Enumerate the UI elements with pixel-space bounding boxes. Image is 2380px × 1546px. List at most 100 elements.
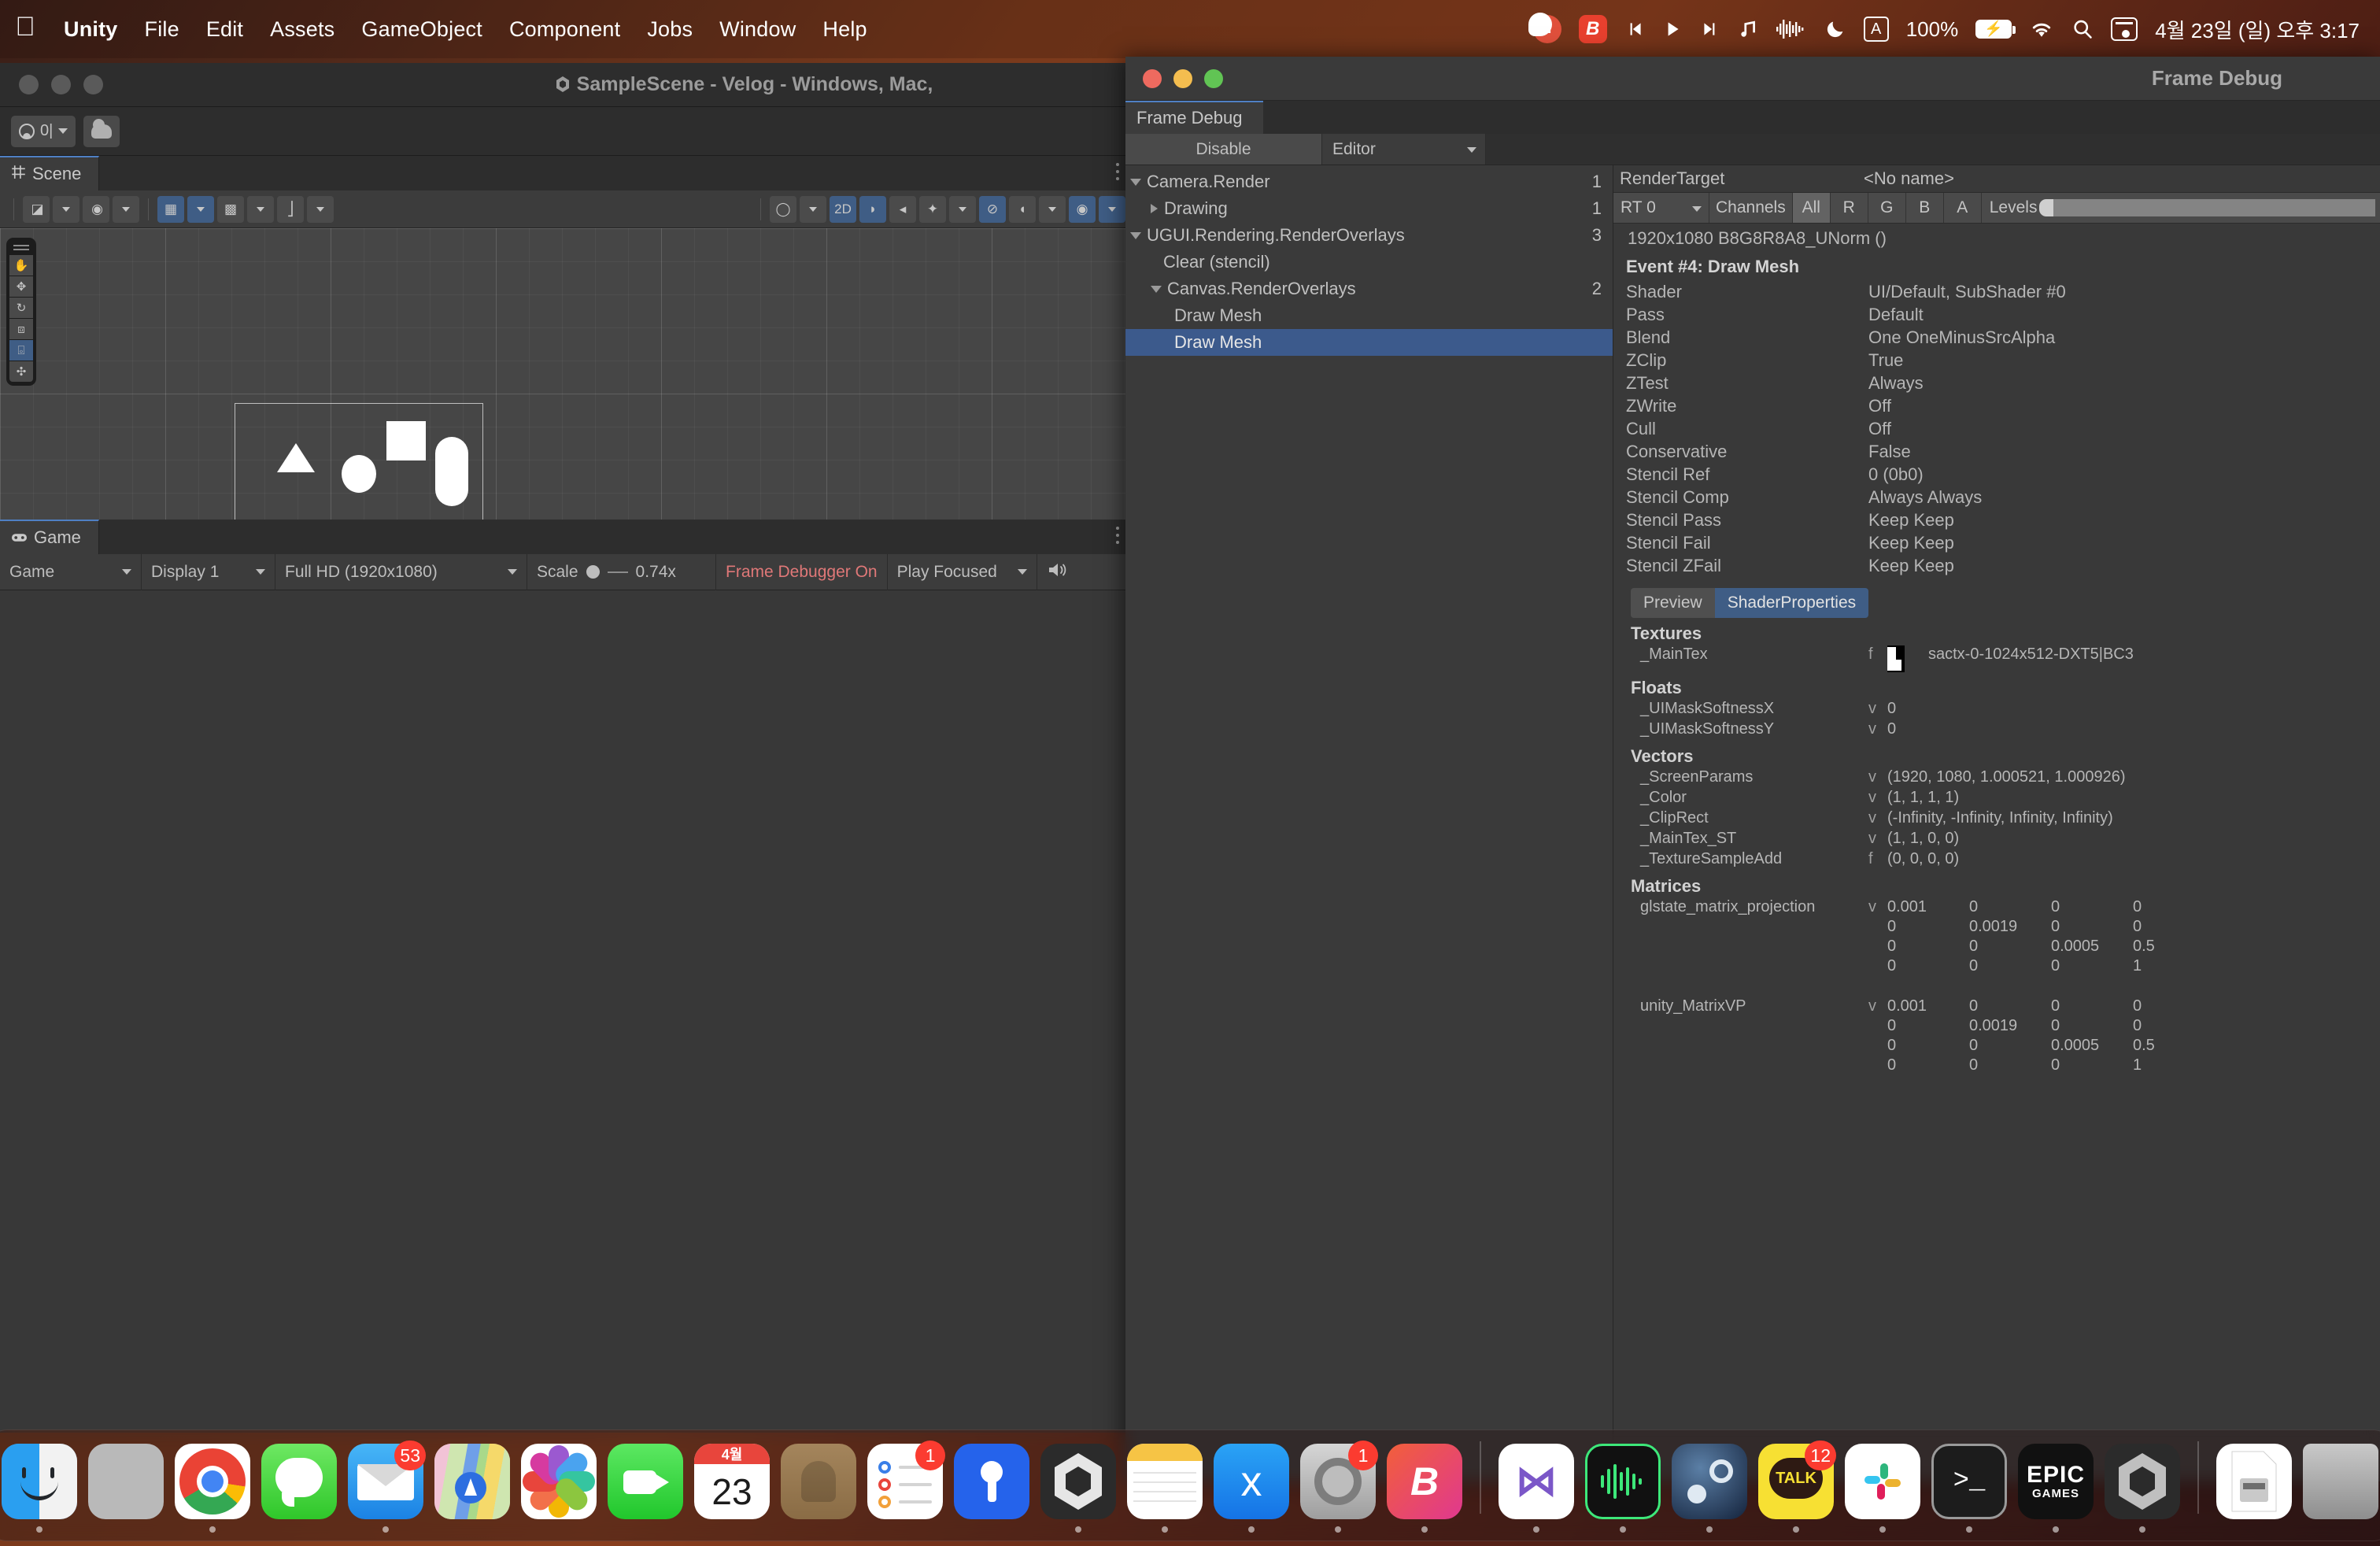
battery-charging-icon[interactable]: ⚡ — [1975, 13, 2016, 45]
dock-item-photos[interactable] — [518, 1444, 600, 1533]
grid-snap-toggle[interactable]: ▩ — [217, 195, 244, 223]
app-store-icon[interactable]: x — [1214, 1444, 1289, 1519]
levels-slider-track[interactable] — [2039, 199, 2375, 216]
launchpad-icon[interactable] — [88, 1444, 164, 1519]
dock-item-steam[interactable] — [1669, 1444, 1750, 1533]
dock-item-kakaotalk[interactable]: 12 TALK — [1755, 1441, 1837, 1533]
2d-toggle[interactable]: 2D — [830, 195, 856, 223]
visual-studio-icon[interactable]: ⋈ — [1499, 1444, 1574, 1519]
gizmo-visibility-toggle[interactable]: ◯ — [770, 195, 796, 223]
trash-icon[interactable] — [2303, 1444, 2378, 1519]
account-dropdown[interactable]: 0| — [11, 115, 76, 147]
resolution-dropdown[interactable]: Full HD (1920x1080) — [275, 553, 527, 590]
photos-icon[interactable] — [521, 1444, 597, 1519]
rect-tool[interactable]: ⌻ — [9, 340, 33, 361]
scene-panel-menu-icon[interactable] — [1116, 163, 1119, 184]
dock-item-document[interactable] — [2213, 1444, 2295, 1533]
dock-item-visual-studio[interactable]: ⋈ — [1495, 1444, 1577, 1533]
palette-grip-2[interactable] — [13, 249, 29, 250]
unity-editor-icon[interactable] — [2105, 1444, 2180, 1519]
audio-waveform-icon[interactable] — [1585, 1444, 1661, 1519]
tab-frame-debug[interactable]: Frame Debug — [1125, 101, 1263, 134]
frame-debugger-status[interactable]: Frame Debugger On — [716, 553, 888, 590]
tab-game[interactable]: Game — [0, 520, 99, 554]
menu-item-jobs[interactable]: Jobs — [634, 17, 706, 42]
dock-item-finder[interactable] — [0, 1444, 80, 1533]
game-panel-menu-icon[interactable] — [1116, 527, 1119, 548]
target-dropdown[interactable]: Editor — [1322, 134, 1486, 165]
disable-button[interactable]: Disable — [1125, 134, 1322, 165]
shading-mode-dropdown[interactable]: ◉ — [83, 195, 109, 223]
tree-row-draw-mesh-1[interactable]: Draw Mesh — [1125, 302, 1613, 329]
scale-tool[interactable]: ⧈ — [9, 319, 33, 339]
podcasts-icon[interactable] — [954, 1444, 1029, 1519]
lighting-toggle[interactable]: ◗ — [859, 195, 886, 223]
dock-item-mail[interactable]: 53 — [345, 1441, 427, 1533]
texture-thumbnail[interactable] — [1887, 645, 1905, 672]
camera-settings-caret[interactable] — [1039, 195, 1066, 223]
play-icon[interactable] — [1662, 13, 1683, 45]
wifi-icon[interactable] — [2029, 13, 2054, 45]
dock-item-notes[interactable] — [1124, 1444, 1206, 1533]
dock-item-wallet[interactable] — [778, 1444, 859, 1533]
menu-item-assets[interactable]: Assets — [257, 17, 348, 42]
dock-item-app-store[interactable]: x — [1210, 1444, 1292, 1533]
cloud-services-button[interactable] — [83, 115, 120, 147]
dock-item-calendar[interactable]: 4월 23 — [691, 1444, 773, 1533]
view-mode-dropdown[interactable]: Game — [0, 553, 142, 590]
dock-item-messages[interactable] — [258, 1444, 340, 1533]
gizmo-visibility-caret[interactable] — [800, 195, 826, 223]
apple-logo-icon[interactable]:  — [0, 13, 50, 45]
tree-row-camera-render[interactable]: Camera.Render 1 — [1125, 168, 1613, 195]
menu-item-help[interactable]: Help — [809, 17, 880, 42]
dock-item-launchpad[interactable] — [85, 1444, 167, 1533]
mute-audio-button[interactable] — [1037, 554, 1078, 590]
document-icon[interactable] — [2216, 1444, 2292, 1519]
menu-item-unity[interactable]: Unity — [50, 17, 131, 42]
dock-item-facetime[interactable] — [604, 1444, 686, 1533]
calendar-icon[interactable]: 4월 23 — [694, 1444, 770, 1519]
draw-mode-caret[interactable] — [53, 195, 79, 223]
tab-shader-properties[interactable]: ShaderProperties — [1714, 588, 1869, 618]
terminal-icon[interactable]: >_ — [1931, 1444, 2007, 1519]
event-scrubber-slider[interactable] — [1486, 134, 2380, 165]
dock-item-audio-app[interactable] — [1582, 1444, 1664, 1533]
chevron-right-icon[interactable] — [1151, 204, 1158, 213]
input-source-icon[interactable]: A — [1863, 13, 1889, 45]
previous-track-icon[interactable] — [1624, 13, 1645, 45]
dock-item-podcasts[interactable] — [951, 1444, 1033, 1533]
display-dropdown[interactable]: Display 1 — [142, 553, 275, 590]
steam-icon[interactable] — [1672, 1444, 1747, 1519]
menu-item-gameobject[interactable]: GameObject — [348, 17, 496, 42]
dock-item-trash[interactable] — [2300, 1444, 2380, 1533]
dock-item-terminal[interactable]: >_ — [1928, 1444, 2010, 1533]
wallet-icon[interactable] — [781, 1444, 856, 1519]
dock-item-reminders[interactable]: 1 — [864, 1441, 946, 1533]
tree-row-clear-stencil[interactable]: Clear (stencil) — [1125, 249, 1613, 276]
levels-slider-group[interactable]: Levels — [1981, 193, 2380, 223]
music-note-icon[interactable] — [1738, 13, 1758, 45]
tab-scene[interactable]: Scene — [0, 156, 100, 190]
messages-icon[interactable] — [261, 1444, 337, 1519]
chrome-icon[interactable] — [175, 1444, 250, 1519]
hidden-objects-toggle[interactable]: ⊘ — [979, 195, 1006, 223]
scale-slider-group[interactable]: Scale 0.74x — [527, 553, 716, 590]
chevron-down-icon[interactable] — [1151, 285, 1162, 293]
rotate-tool[interactable]: ↻ — [9, 298, 33, 318]
tree-row-canvas-renderoverlays[interactable]: Canvas.RenderOverlays 2 — [1125, 276, 1613, 302]
transform-tool[interactable]: ✣ — [9, 361, 33, 382]
tree-row-ugui-renderoverlays[interactable]: UGUI.Rendering.RenderOverlays 3 — [1125, 222, 1613, 249]
channel-a-button[interactable]: A — [1943, 193, 1982, 223]
audio-toggle[interactable]: ◂ — [889, 195, 916, 223]
levels-slider-knob[interactable] — [2039, 199, 2054, 216]
search-icon[interactable] — [2071, 13, 2094, 45]
notes-icon[interactable] — [1127, 1444, 1203, 1519]
naver-whale-icon[interactable] — [1528, 13, 1561, 45]
chevron-down-icon[interactable] — [1130, 178, 1141, 186]
hand-tool[interactable]: ✋ — [9, 255, 33, 276]
tree-row-drawing[interactable]: Drawing 1 — [1125, 195, 1613, 222]
control-center-icon[interactable] — [2111, 13, 2138, 45]
audio-waveform-icon[interactable] — [1776, 13, 1807, 45]
grid-size-button[interactable]: ⎦ — [277, 195, 304, 223]
channel-r-button[interactable]: R — [1830, 193, 1868, 223]
